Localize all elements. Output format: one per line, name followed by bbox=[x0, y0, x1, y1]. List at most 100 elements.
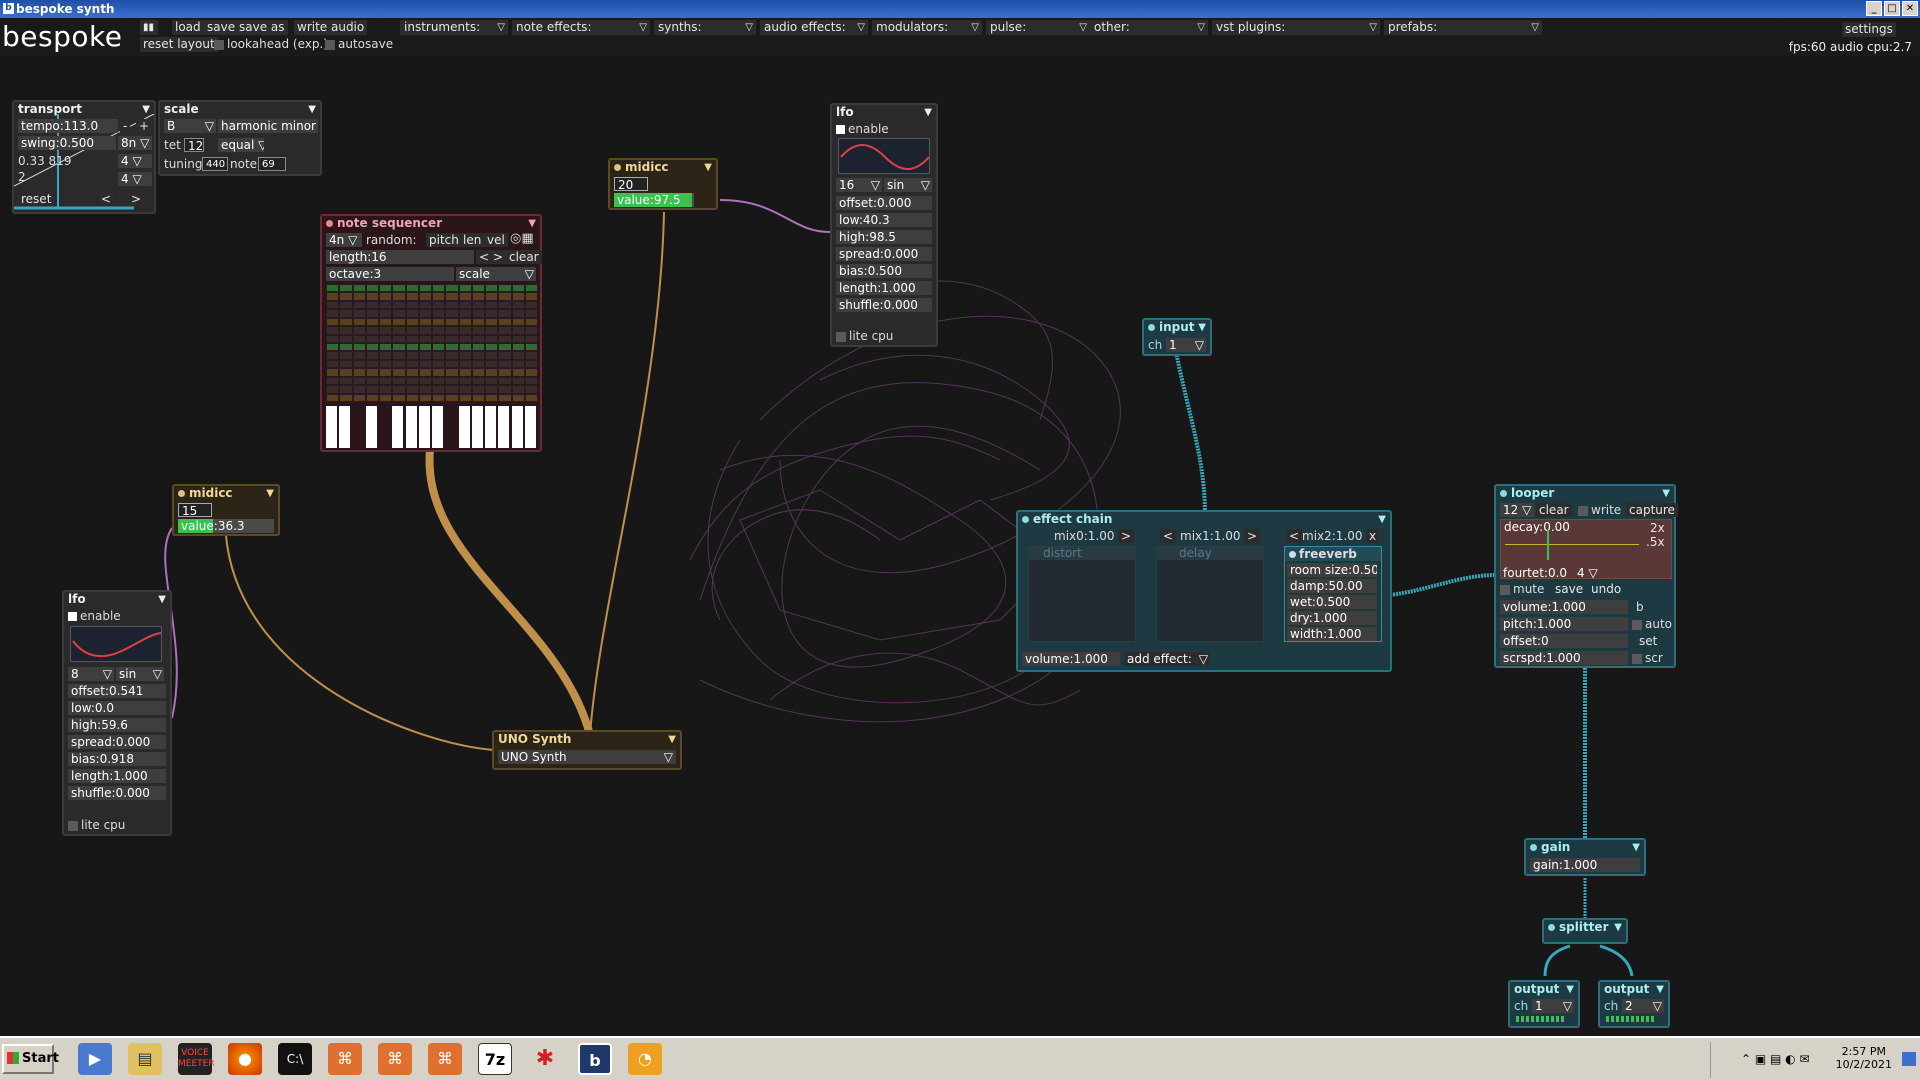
grid-cell[interactable] bbox=[366, 360, 378, 368]
piano-key[interactable] bbox=[405, 406, 417, 448]
grid-cell[interactable] bbox=[433, 335, 445, 342]
file-manager-icon[interactable]: ▤ bbox=[128, 1043, 162, 1075]
module-header[interactable]: looper ▼ bbox=[1496, 486, 1674, 501]
grid-cell[interactable] bbox=[446, 285, 458, 292]
lfo-division-select[interactable]: 8 ▽ bbox=[68, 667, 114, 681]
effect0-next-button[interactable]: > bbox=[1118, 529, 1135, 543]
grid-cell[interactable] bbox=[406, 285, 418, 292]
reset-button[interactable]: reset bbox=[18, 192, 55, 206]
grid-cell[interactable] bbox=[393, 369, 405, 376]
set-button[interactable]: set bbox=[1636, 634, 1660, 648]
high-slider[interactable]: high:59.6 bbox=[68, 718, 166, 732]
grid-cell[interactable] bbox=[353, 301, 365, 309]
grid-cell[interactable] bbox=[366, 386, 378, 393]
grid-cell[interactable] bbox=[459, 285, 471, 292]
grid-cell[interactable] bbox=[353, 369, 365, 376]
enable-dot-icon[interactable] bbox=[1148, 324, 1155, 331]
grid-cell[interactable] bbox=[366, 310, 378, 317]
grid-cell[interactable] bbox=[419, 394, 431, 401]
grid-cell[interactable] bbox=[353, 285, 365, 292]
grid-cell[interactable] bbox=[433, 327, 445, 334]
grid-cell[interactable] bbox=[433, 386, 445, 393]
grid-cell[interactable] bbox=[459, 386, 471, 393]
chevron-down-icon[interactable]: ▼ bbox=[528, 216, 536, 231]
grid-cell[interactable] bbox=[380, 394, 392, 401]
auto-toggle[interactable]: auto bbox=[1632, 617, 1672, 631]
looper-module[interactable]: looper ▼ 12 ▽ clear write capture decay:0… bbox=[1494, 484, 1678, 668]
grid-cell[interactable] bbox=[525, 318, 537, 326]
grid-cell[interactable] bbox=[472, 318, 484, 326]
grid-cell[interactable] bbox=[499, 285, 511, 292]
grid-cell[interactable] bbox=[512, 293, 524, 300]
grid-cell[interactable] bbox=[486, 377, 498, 385]
grid-cell[interactable] bbox=[419, 285, 431, 292]
grid-cell[interactable] bbox=[499, 369, 511, 376]
grid-cell[interactable] bbox=[472, 293, 484, 300]
piano-key[interactable] bbox=[485, 406, 496, 448]
tet-field[interactable]: 12 bbox=[184, 138, 204, 152]
transport-prev-button[interactable]: < bbox=[98, 192, 115, 206]
lite-cpu-checkbox[interactable] bbox=[836, 331, 846, 342]
grid-cell[interactable] bbox=[499, 293, 511, 300]
grid-cell[interactable] bbox=[472, 352, 484, 359]
grid-cell[interactable] bbox=[393, 344, 405, 351]
voicemeeter-icon[interactable]: VOICE MEETER bbox=[178, 1043, 215, 1075]
time-signature-top[interactable]: 4 ▽ bbox=[118, 154, 152, 168]
grid-cell[interactable] bbox=[380, 301, 392, 309]
grid-cell[interactable] bbox=[512, 335, 524, 342]
grid-cell[interactable] bbox=[327, 335, 339, 342]
lfo-wave-select[interactable]: sin ▽ bbox=[116, 667, 164, 681]
offset-slider[interactable]: offset:0.000 bbox=[836, 196, 932, 210]
grid-cell[interactable] bbox=[353, 344, 365, 351]
chevron-down-icon[interactable]: ▼ bbox=[266, 486, 274, 501]
grid-cell[interactable] bbox=[393, 352, 405, 359]
enable-dot-icon[interactable] bbox=[326, 220, 333, 227]
grid-cell[interactable] bbox=[433, 377, 445, 385]
room-size-slider[interactable]: room size:0.50 bbox=[1287, 563, 1377, 577]
mix2-slider[interactable]: mix2:1.00 bbox=[1302, 529, 1363, 543]
grid-cell[interactable] bbox=[393, 394, 405, 401]
midicc-module-left[interactable]: midicc ▼ 15 value:36.3 bbox=[172, 484, 280, 536]
terminal-icon[interactable]: C:\ bbox=[278, 1043, 312, 1075]
grid-cell[interactable] bbox=[393, 285, 405, 292]
seq-clear-button[interactable]: clear bbox=[506, 250, 542, 264]
grid-cell[interactable] bbox=[486, 310, 498, 317]
grid-cell[interactable] bbox=[327, 377, 339, 385]
channel-select[interactable]: 2 ▽ bbox=[1622, 999, 1664, 1013]
module-header[interactable]: note sequencer ▼ bbox=[322, 216, 540, 231]
channel-select[interactable]: 1 ▽ bbox=[1166, 338, 1206, 352]
effect2-remove-button[interactable]: x bbox=[1366, 529, 1380, 543]
grid-cell[interactable] bbox=[486, 318, 498, 326]
piano-key[interactable] bbox=[445, 406, 457, 448]
bug-icon[interactable]: ✱ bbox=[528, 1043, 562, 1075]
grid-cell[interactable] bbox=[446, 394, 458, 401]
transport-module[interactable]: transport ▼ tempo:113.0 - + swing:0.500 8… bbox=[12, 100, 156, 214]
grid-cell[interactable] bbox=[472, 344, 484, 351]
grid-cell[interactable] bbox=[446, 360, 458, 368]
mix1-slider[interactable]: mix1:1.00 bbox=[1180, 529, 1241, 543]
grid-cell[interactable] bbox=[433, 360, 445, 368]
grid-cell[interactable] bbox=[433, 318, 445, 326]
grid-cell[interactable] bbox=[406, 369, 418, 376]
tray-icons[interactable]: ⌃ ▣ ▤ ◐ ✉ bbox=[1741, 1052, 1810, 1066]
grid-cell[interactable] bbox=[340, 360, 352, 368]
cc-value-slider[interactable]: value:97.5 bbox=[614, 193, 694, 207]
looper-volume-slider[interactable]: volume:1.000 bbox=[1500, 600, 1628, 614]
grid-cell[interactable] bbox=[525, 301, 537, 309]
effect1-prev-button[interactable]: < bbox=[1160, 529, 1177, 543]
time-signature-bottom[interactable]: 4 ▽ bbox=[118, 172, 152, 186]
high-slider[interactable]: high:98.5 bbox=[836, 230, 932, 244]
distort-slot[interactable]: distort bbox=[1028, 546, 1136, 642]
grid-cell[interactable] bbox=[486, 301, 498, 309]
spread-slider[interactable]: spread:0.000 bbox=[68, 735, 166, 749]
module-header[interactable]: lfo ▼ bbox=[832, 105, 936, 120]
grid-cell[interactable] bbox=[472, 335, 484, 342]
grid-cell[interactable] bbox=[327, 360, 339, 368]
module-header[interactable]: input ▼ bbox=[1144, 320, 1210, 335]
dry-slider[interactable]: dry:1.000 bbox=[1287, 611, 1377, 625]
grid-cell[interactable] bbox=[366, 301, 378, 309]
grid-cell[interactable] bbox=[366, 352, 378, 359]
grid-cell[interactable] bbox=[419, 335, 431, 342]
grid-cell[interactable] bbox=[366, 377, 378, 385]
grid-cell[interactable] bbox=[393, 327, 405, 334]
